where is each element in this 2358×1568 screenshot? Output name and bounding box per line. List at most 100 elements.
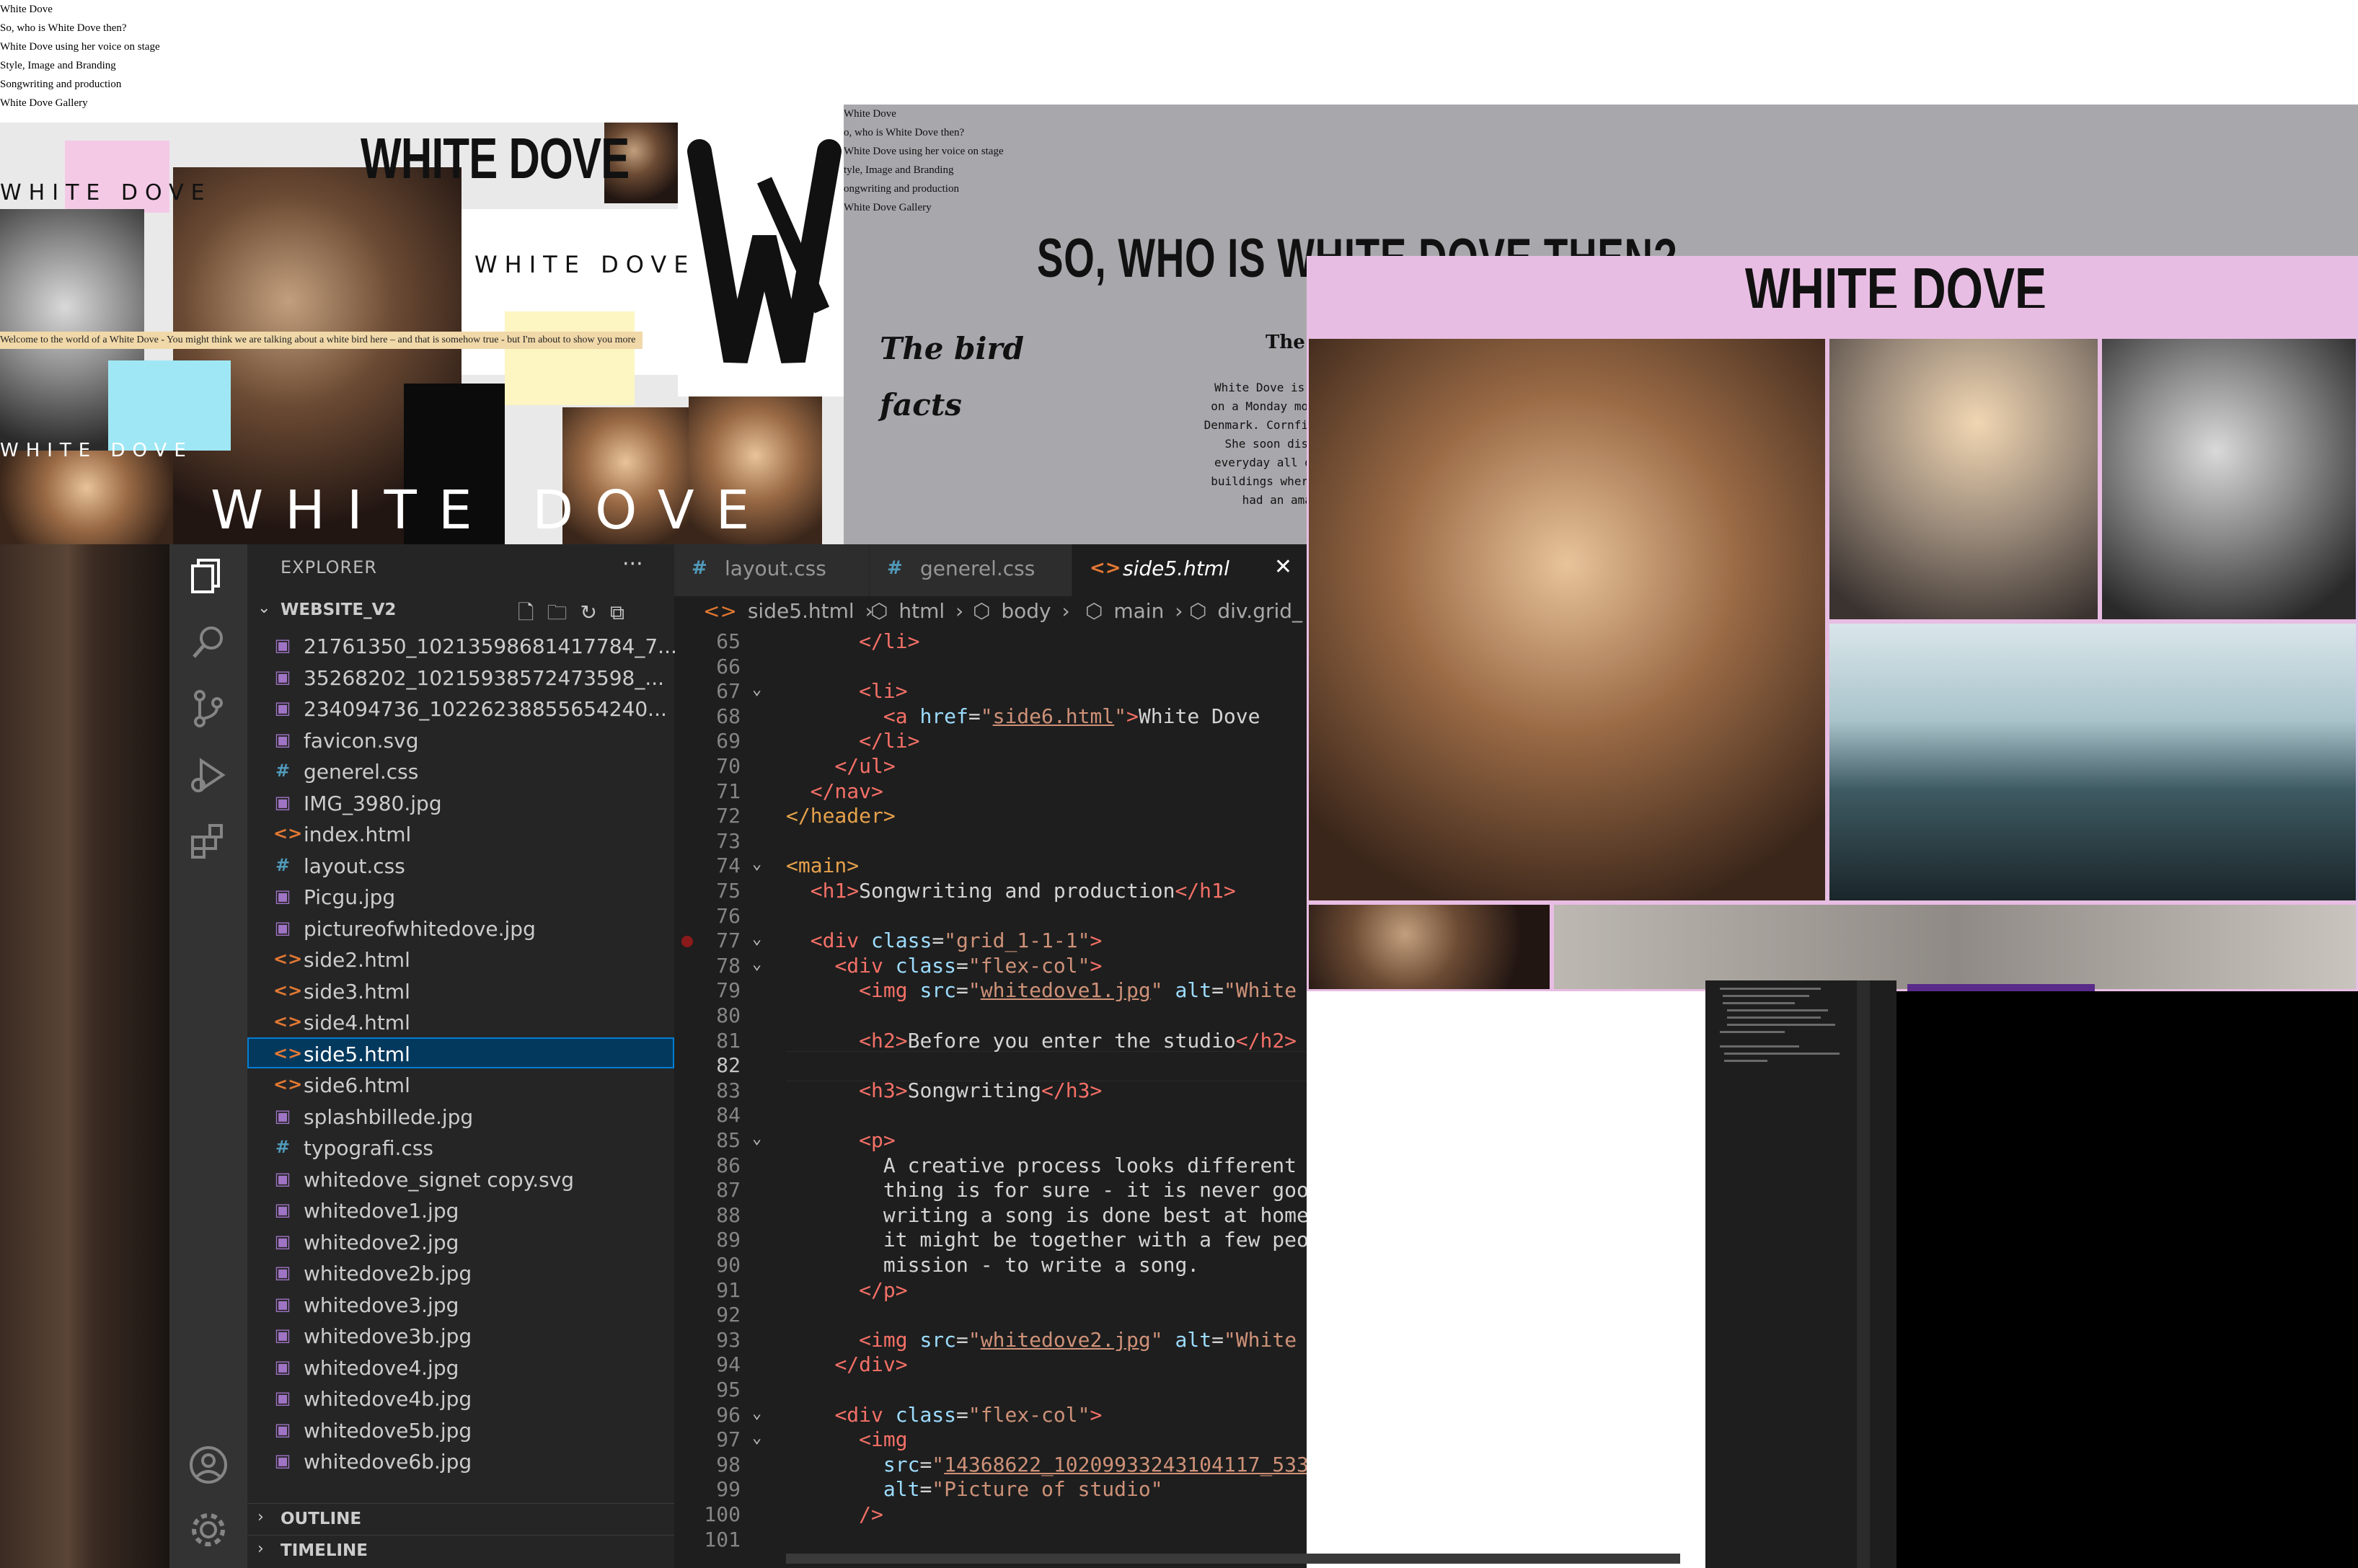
logo-small-text: WHITE DOVE [0, 180, 212, 205]
file-item[interactable]: ▣ whitedove1.jpg [247, 1194, 674, 1226]
line-number: 85 [716, 1128, 741, 1152]
line-number: 86 [716, 1153, 741, 1177]
file-name: whitedove6b.jpg [304, 1450, 472, 1474]
file-item[interactable]: <> side4.html [247, 1006, 674, 1037]
breadcrumb-html[interactable]: ⬡ html › [870, 599, 963, 623]
source-control-icon[interactable] [185, 686, 231, 732]
breadcrumb-file[interactable]: <> side5.html › [703, 599, 873, 623]
fold-chevron-icon[interactable]: ⌄ [752, 681, 761, 699]
file-item[interactable]: # generel.css [247, 755, 674, 787]
nav-link-voice[interactable]: White Dove using her voice on stage [0, 37, 160, 56]
file-item[interactable]: ▣ IMG_3980.jpg [247, 787, 674, 818]
code-line: <p> [859, 1128, 896, 1152]
image-icon: ▣ [274, 1105, 291, 1126]
fold-chevron-icon[interactable]: ⌄ [752, 1429, 761, 1447]
file-item[interactable]: ▣ whitedove4.jpg [247, 1351, 674, 1383]
logo-mid-text: WHITE DOVE [474, 251, 696, 278]
gray-nav-link[interactable]: tyle, Image and Branding [844, 161, 1004, 180]
file-item[interactable]: # layout.css [247, 849, 674, 881]
file-item[interactable]: ▣ splashbillede.jpg [247, 1100, 674, 1132]
line-number: 98 [716, 1452, 741, 1476]
code-line: <div class="flex-col"> [834, 1402, 1103, 1427]
close-tab-icon[interactable]: ✕ [1274, 554, 1292, 580]
svg-icon: ▣ [274, 1168, 291, 1189]
files-icon[interactable] [185, 553, 231, 599]
timeline-section[interactable]: › TIMELINE [247, 1535, 674, 1567]
fold-chevron-icon[interactable]: ⌄ [752, 955, 761, 973]
image-icon: ▣ [274, 1356, 291, 1377]
file-item[interactable]: ▣ whitedove_signet copy.svg [247, 1163, 674, 1195]
tab-layout-css[interactable]: # layout.css [674, 544, 870, 596]
breadcrumb-body[interactable]: ⬡ body › [973, 599, 1070, 623]
minimap-line [1724, 1060, 1767, 1062]
project-root[interactable]: ⌄ WEBSITE_V2 🗋🗀↻⧉ [247, 595, 674, 626]
editor-vertical-scrollbar[interactable] [1857, 980, 1870, 1568]
editor-horizontal-scrollbar[interactable] [786, 1554, 1680, 1564]
file-item[interactable]: ▣ whitedove4b.jpg [247, 1382, 674, 1414]
file-item[interactable]: ▣ whitedove5b.jpg [247, 1414, 674, 1445]
nav-link-white-dove[interactable]: White Dove [0, 0, 160, 19]
fold-chevron-icon[interactable]: ⌄ [752, 855, 761, 873]
settings-gear-icon[interactable] [185, 1507, 231, 1553]
file-item[interactable]: ▣ whitedove3b.jpg [247, 1319, 674, 1351]
file-item[interactable]: ▣ 234094736_10226238855654240... [247, 692, 674, 724]
refresh-icon[interactable]: ↻ [580, 601, 610, 624]
more-actions-icon[interactable]: ··· [622, 552, 643, 577]
file-item[interactable]: ▣ whitedove6b.jpg [247, 1445, 674, 1476]
line-number: 83 [716, 1078, 741, 1102]
line-number: 100 [704, 1502, 741, 1526]
code-line: <img [859, 1427, 908, 1452]
new-file-icon[interactable]: 🗋 [518, 601, 547, 624]
search-icon[interactable] [185, 619, 231, 665]
fold-chevron-icon[interactable]: ⌄ [752, 1130, 761, 1148]
file-item[interactable]: ▣ 35268202_10215938572473598_... [247, 661, 674, 693]
new-folder-icon[interactable]: 🗀 [547, 601, 580, 624]
gray-nav-link[interactable]: White Dove [844, 105, 1004, 123]
fold-chevron-icon[interactable]: ⌄ [752, 930, 761, 948]
vscode-window: EXPLORER ··· ⌄ WEBSITE_V2 🗋🗀↻⧉ ▣ 21761350… [0, 544, 1307, 1568]
nav-link-gallery[interactable]: White Dove Gallery [0, 94, 160, 112]
nav-link-style[interactable]: Style, Image and Branding [0, 56, 160, 75]
code-line: <h1>Songwriting and production</h1> [810, 879, 1236, 903]
minimap-line [1720, 1045, 1799, 1047]
gray-nav-link[interactable]: o, who is White Dove then? [844, 123, 1004, 142]
file-item[interactable]: <> side3.html [247, 975, 674, 1006]
fold-chevron-icon[interactable]: ⌄ [752, 1404, 761, 1422]
run-debug-icon[interactable] [185, 752, 231, 798]
account-icon[interactable] [185, 1442, 231, 1488]
image-icon: ▣ [274, 1450, 291, 1471]
file-item[interactable]: ▣ whitedove3.jpg [247, 1288, 674, 1320]
line-number: 82 [716, 1053, 741, 1078]
logo-big-heading: WHITE DOVE [361, 126, 630, 190]
nav-link-who-is[interactable]: So, who is White Dove then? [0, 19, 160, 37]
breadcrumb-div[interactable]: ⬡ div.grid_ [1189, 599, 1307, 623]
gray-nav-link[interactable]: White Dove using her voice on stage [844, 142, 1004, 161]
file-item[interactable]: # typografi.css [247, 1131, 674, 1163]
file-item[interactable]: ▣ 21761350_10213598681417784_7... [247, 629, 677, 661]
file-name: whitedove2.jpg [304, 1230, 459, 1254]
code-line: mission - to write a song. [786, 1253, 1200, 1277]
gray-nav-link[interactable]: ongwriting and production [844, 180, 1004, 198]
file-item[interactable]: ▣ pictureofwhitedove.jpg [247, 912, 674, 944]
file-item[interactable]: ▣ whitedove2b.jpg [247, 1257, 674, 1288]
tab-side5-html[interactable]: <> side5.html ✕ [1072, 544, 1307, 596]
file-item[interactable]: ▣ favicon.svg [247, 724, 674, 756]
bird-facts-line: facts [880, 387, 962, 422]
minimap-line [1727, 1024, 1835, 1026]
breadcrumb-main[interactable]: ⬡ main › [1085, 599, 1183, 623]
collapse-all-icon[interactable]: ⧉ [610, 601, 637, 624]
html-icon: <> [273, 1074, 303, 1094]
file-item[interactable]: <> side5.html [247, 1037, 674, 1068]
file-item[interactable]: <> index.html [247, 818, 674, 849]
gray-nav-link[interactable]: White Dove Gallery [844, 198, 1004, 217]
code-editor[interactable]: 65 </li> 66 67 ⌄ <li> 68 <a href="side6.html… [674, 629, 1307, 1568]
outline-section[interactable]: › OUTLINE [247, 1503, 674, 1536]
tab-generel-css[interactable]: # generel.css [870, 544, 1072, 596]
extensions-icon[interactable] [185, 818, 231, 864]
file-item[interactable]: <> side6.html [247, 1068, 674, 1100]
file-item[interactable]: ▣ Picgu.jpg [247, 880, 674, 912]
bird-facts-heading: The bird facts [880, 321, 1024, 433]
file-item[interactable]: <> side2.html [247, 943, 674, 975]
nav-link-songwriting[interactable]: Songwriting and production [0, 75, 160, 94]
file-item[interactable]: ▣ whitedove2.jpg [247, 1226, 674, 1257]
